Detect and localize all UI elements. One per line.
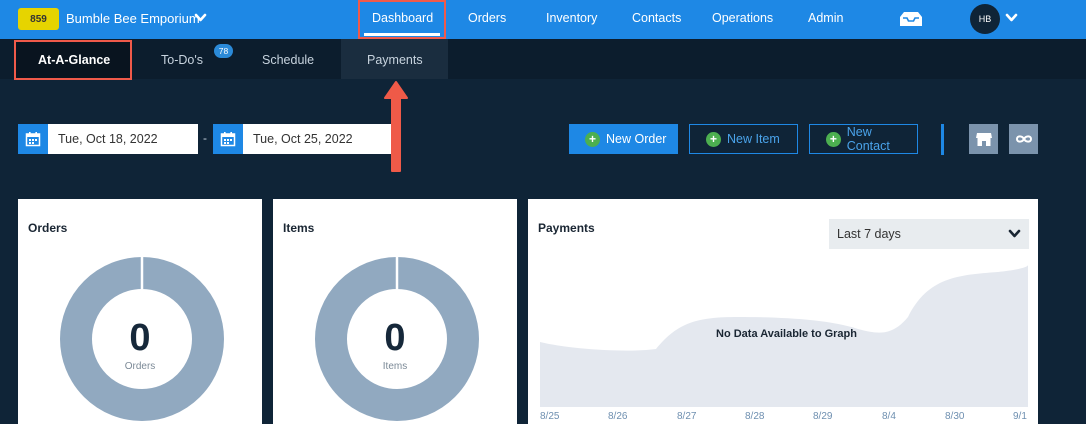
toolbar-divider: [941, 124, 944, 155]
start-date-input[interactable]: Tue, Oct 18, 2022: [48, 124, 198, 154]
tab-payments[interactable]: Payments: [367, 53, 423, 67]
end-date-input[interactable]: Tue, Oct 25, 2022: [243, 124, 391, 154]
nav-inventory[interactable]: Inventory: [546, 11, 597, 25]
integrations-button[interactable]: [1009, 124, 1038, 154]
active-nav-underline: [364, 33, 440, 36]
no-data-message: No Data Available to Graph: [716, 328, 857, 340]
items-card: Items 0 Items: [273, 199, 517, 424]
subnav-divider: [0, 79, 1086, 83]
new-order-button[interactable]: + New Order: [569, 124, 678, 154]
items-card-title: Items: [283, 221, 315, 235]
new-item-label: New Item: [727, 132, 780, 146]
new-order-label: New Order: [606, 132, 667, 146]
tab-at-a-glance[interactable]: At-A-Glance: [38, 53, 110, 67]
infinity-icon: [1015, 135, 1032, 143]
x-axis-tick: 8/26: [608, 411, 628, 422]
chevron-down-icon[interactable]: [1005, 12, 1018, 24]
nav-orders[interactable]: Orders: [468, 11, 506, 25]
nav-operations[interactable]: Operations: [712, 11, 773, 25]
plus-icon: +: [706, 131, 721, 147]
nav-contacts[interactable]: Contacts: [632, 11, 681, 25]
todo-count-badge: 78: [214, 44, 233, 58]
x-axis-tick: 8/29: [813, 411, 833, 422]
nav-dashboard[interactable]: Dashboard: [372, 11, 433, 25]
orders-card-title: Orders: [28, 221, 68, 235]
tab-todos[interactable]: To-Do's: [161, 53, 203, 67]
orders-count: 0: [129, 317, 151, 359]
store-button[interactable]: [969, 124, 998, 154]
start-date-picker[interactable]: Tue, Oct 18, 2022: [18, 124, 198, 154]
plus-icon: +: [826, 131, 841, 147]
orders-label: Orders: [124, 361, 156, 372]
chevron-down-icon[interactable]: [194, 12, 207, 24]
tab-schedule[interactable]: Schedule: [262, 53, 314, 67]
x-axis-tick: 8/28: [745, 411, 765, 422]
payments-card-title: Payments: [538, 221, 595, 235]
inbox-icon[interactable]: [898, 10, 924, 28]
payments-range-value: Last 7 days: [837, 227, 901, 241]
x-axis-tick: 9/1: [1013, 411, 1027, 422]
chevron-down-icon: [1008, 229, 1021, 238]
items-label: Items: [382, 361, 408, 372]
x-axis-tick: 8/25: [540, 411, 560, 422]
calendar-icon[interactable]: [213, 124, 243, 154]
new-contact-button[interactable]: + New Contact: [809, 124, 918, 154]
calendar-icon[interactable]: [18, 124, 48, 154]
end-date-picker[interactable]: Tue, Oct 25, 2022: [213, 124, 391, 154]
nav-admin[interactable]: Admin: [808, 11, 843, 25]
account-badge: 859: [18, 8, 59, 30]
x-axis-tick: 8/4: [882, 411, 896, 422]
store-icon: [975, 133, 992, 146]
payments-range-select[interactable]: Last 7 days: [829, 219, 1029, 249]
new-contact-label: New Contact: [846, 125, 890, 153]
new-item-button[interactable]: + New Item: [689, 124, 798, 154]
x-axis-tick: 8/27: [677, 411, 697, 422]
x-axis-tick: 8/30: [945, 411, 965, 422]
orders-card: Orders 0 Orders: [18, 199, 262, 424]
plus-icon: +: [585, 131, 600, 147]
items-count: 0: [384, 317, 406, 359]
company-name[interactable]: Bumble Bee Emporium: [66, 11, 200, 26]
date-separator: -: [203, 131, 207, 145]
user-avatar[interactable]: HB: [970, 4, 1000, 34]
